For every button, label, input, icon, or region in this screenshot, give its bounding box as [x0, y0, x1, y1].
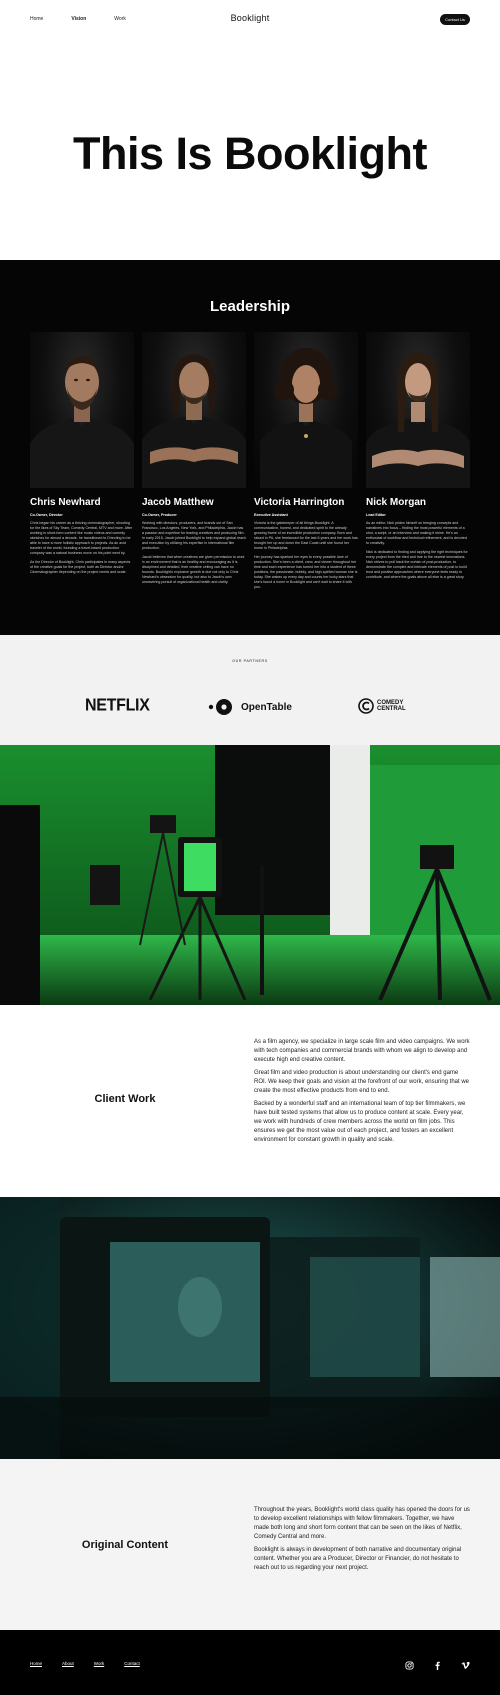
member-role: Executive Assistant: [254, 513, 288, 517]
page-title: This Is Booklight: [72, 128, 428, 179]
member-bio: As an editor, Nick prides himself on bri…: [366, 521, 467, 545]
studio-photo: [0, 745, 500, 1005]
team-member-card: Chris Newhard Co-Owner, Director Chris b…: [30, 332, 134, 575]
original-content-paragraph: Booklight is always in development of bo…: [254, 1547, 462, 1571]
footer-link-contact[interactable]: Contact: [124, 1661, 140, 1666]
member-bio: Chris began his career as a thriving cin…: [30, 521, 133, 555]
camera-monitor-image: [0, 1197, 500, 1459]
member-name: Jacob Matthew: [142, 497, 214, 508]
comedy-central-line2: CENTRAL: [377, 706, 406, 712]
footer: Home About Work Contact: [0, 1630, 500, 1695]
client-work-paragraph: Great film and video production is about…: [254, 1070, 470, 1094]
opentable-wordmark: OpenTable: [241, 701, 292, 713]
member-role: Lead Editor: [366, 513, 386, 517]
portrait-image: [30, 356, 134, 488]
portrait-image: [366, 352, 470, 488]
member-bio: Working with directors, producers, and b…: [142, 521, 246, 550]
original-content-paragraph: Throughout the years, Booklight's world …: [254, 1507, 470, 1540]
member-bio: Jacob believes that when creatives are g…: [142, 555, 245, 584]
vimeo-icon[interactable]: [460, 1660, 470, 1670]
hero-section: This Is Booklight: [0, 40, 500, 260]
opentable-icon: [208, 699, 232, 715]
member-bio: Nick is dedicated to finding and applyin…: [366, 550, 468, 579]
team-member-card: Nick Morgan Lead Editor As an editor, Ni…: [366, 332, 470, 580]
leadership-section: Leadership Chris Newhard Co-Owner, Direc…: [0, 260, 500, 635]
green-screen-studio-image: [0, 745, 500, 1005]
member-name: Nick Morgan: [366, 497, 427, 508]
camera-photo: [0, 1197, 500, 1459]
footer-link-home[interactable]: Home: [30, 1661, 42, 1666]
original-content-section: Original Content Throughout the years, B…: [0, 1459, 500, 1630]
client-work-paragraph: As a film agency, we specialize in large…: [254, 1039, 470, 1063]
portrait-image: [142, 354, 246, 488]
member-bio: Her journey has sparked her eyes to ever…: [254, 555, 358, 589]
social-links: [404, 1660, 470, 1670]
footer-links: Home About Work Contact: [30, 1661, 140, 1666]
member-portrait: [254, 332, 358, 488]
member-portrait: [366, 332, 470, 488]
opentable-logo: OpenTable: [208, 698, 292, 716]
original-content-heading: Original Content: [81, 1539, 169, 1551]
member-bio: Victoria is the gatekeeper of all things…: [254, 521, 358, 550]
member-name: Victoria Harrington: [254, 497, 345, 508]
top-nav: Home Vision Work Booklight Contact Us: [0, 0, 500, 40]
member-portrait: [30, 332, 134, 488]
client-work-heading: Client Work: [94, 1093, 156, 1105]
client-work-paragraph: Backed by a wonderful staff and an inter…: [254, 1101, 466, 1143]
comedy-central-icon: [358, 698, 374, 714]
member-bio: As the Director of Booklight, Chris part…: [30, 560, 131, 574]
netflix-logo: NETFLIX: [85, 696, 150, 715]
team-member-card: Jacob Matthew Co-Owner, Producer Working…: [142, 332, 246, 585]
leadership-heading: Leadership: [209, 298, 291, 315]
client-work-section: Client Work As a film agency, we special…: [0, 1005, 500, 1197]
partners-section: OUR PARTNERS NETFLIX OpenTable COMEDY CE…: [0, 635, 500, 745]
member-role: Co-Owner, Producer: [142, 513, 177, 517]
facebook-icon[interactable]: [432, 1660, 442, 1670]
member-portrait: [142, 332, 246, 488]
original-content-text: Throughout the years, Booklight's world …: [254, 1506, 470, 1577]
instagram-icon[interactable]: [404, 1660, 414, 1670]
team-member-card: Victoria Harrington Executive Assistant …: [254, 332, 358, 590]
client-work-text: As a film agency, we specialize in large…: [254, 1038, 470, 1149]
brand-logo[interactable]: Booklight: [0, 13, 500, 23]
member-role: Co-Owner, Director: [30, 513, 63, 517]
contact-us-button[interactable]: Contact Us: [440, 14, 470, 25]
partners-label: OUR PARTNERS: [232, 659, 268, 663]
comedy-central-logo: COMEDY CENTRAL: [358, 698, 406, 714]
member-name: Chris Newhard: [30, 497, 101, 508]
portrait-image: [260, 348, 352, 488]
footer-link-about[interactable]: About: [62, 1661, 74, 1666]
footer-link-work[interactable]: Work: [94, 1661, 104, 1666]
